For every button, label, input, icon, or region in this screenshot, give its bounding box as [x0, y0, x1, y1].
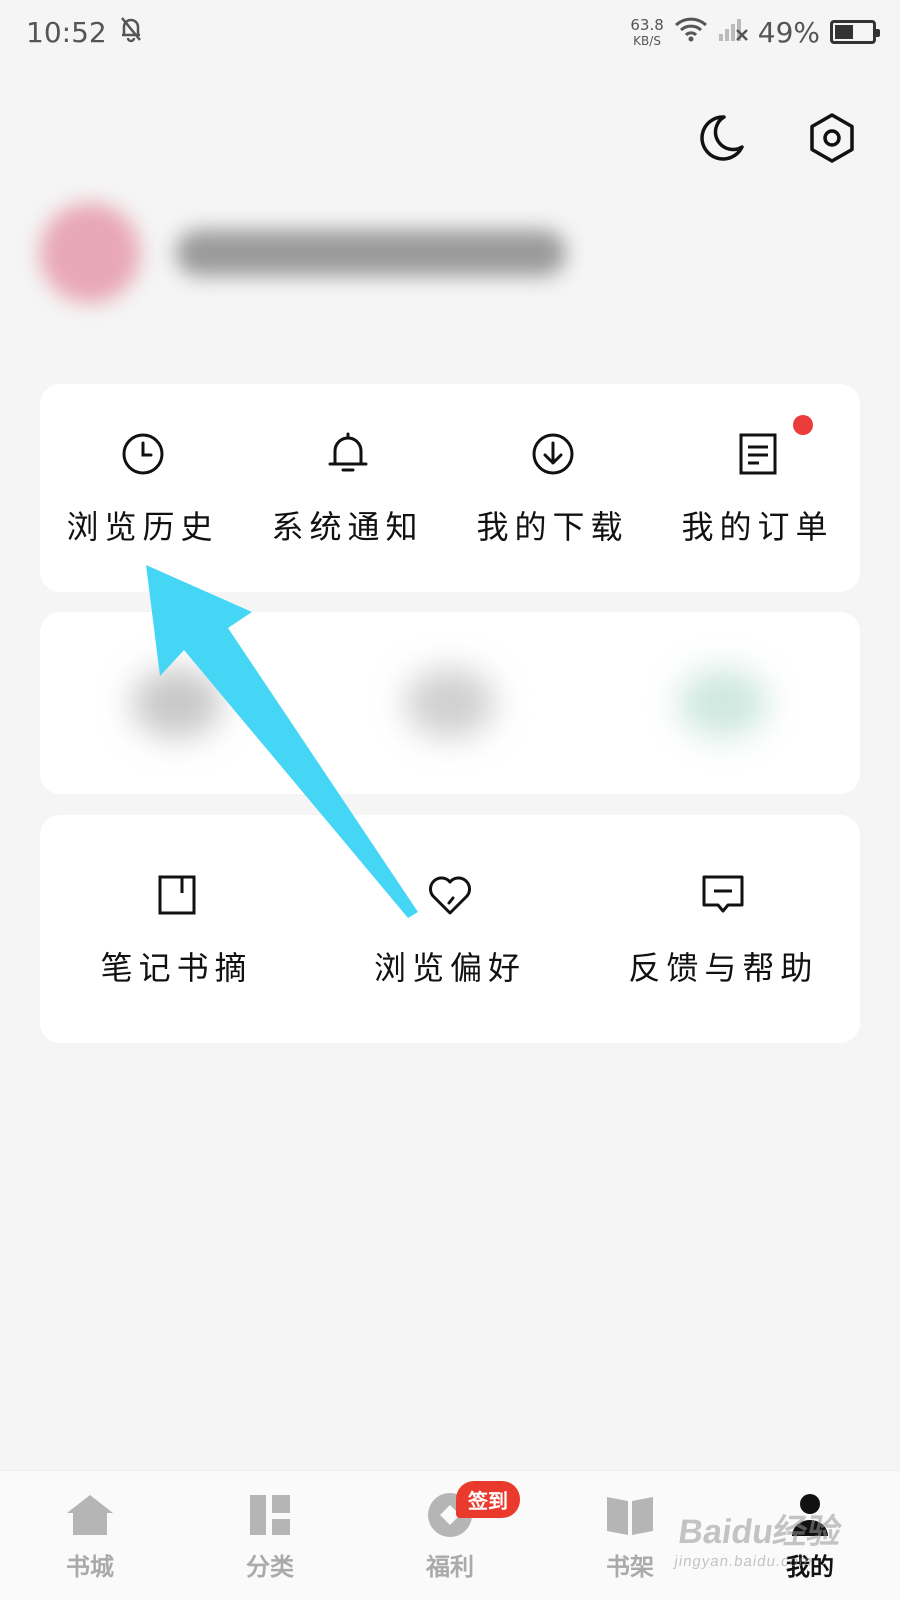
book-icon	[604, 1489, 656, 1541]
menu-label: 系统通知	[271, 508, 424, 546]
tab-category[interactable]: 分类	[180, 1471, 360, 1600]
battery-percent: 49%	[757, 15, 820, 49]
sign-in-badge[interactable]: 签到	[456, 1481, 520, 1518]
menu-label: 笔记书摘	[100, 949, 253, 987]
menu-item-history[interactable]: 浏览历史	[40, 384, 245, 592]
menu-label: 浏览偏好	[373, 949, 526, 987]
bell-icon	[322, 428, 374, 480]
user-profile[interactable]	[40, 178, 700, 328]
menu-label: 我的下载	[476, 508, 629, 546]
heart-icon	[424, 869, 476, 921]
notification-dot	[793, 415, 813, 435]
clock-icon	[117, 428, 169, 480]
status-bar: 10:52 63.8 KB/S 49%	[0, 0, 900, 64]
top-actions	[696, 112, 858, 164]
watermark-brand: Baidu经验	[675, 1513, 844, 1551]
blurred-item	[404, 668, 495, 738]
menu-item-downloads[interactable]: 我的下载	[450, 384, 655, 592]
tab-label: 福利	[426, 1553, 474, 1581]
menu-item-preferences[interactable]: 浏览偏好	[313, 815, 586, 1043]
status-left: 10:52	[26, 15, 143, 50]
baidu-watermark: Baidu经验 jingyan.baidu.com	[673, 1504, 845, 1570]
mute-bell-icon	[119, 15, 143, 50]
quick-menu-card: 浏览历史 系统通知 我的下载 我的订单	[40, 384, 860, 592]
user-name	[176, 230, 566, 276]
grid-icon	[244, 1489, 296, 1541]
wifi-icon	[674, 16, 708, 49]
menu-item-orders[interactable]: 我的订单	[655, 384, 860, 592]
blurred-item	[131, 668, 222, 738]
tab-benefits[interactable]: 签到 福利	[360, 1471, 540, 1600]
menu-item-feedback[interactable]: 反馈与帮助	[587, 815, 860, 1043]
status-time: 10:52	[26, 15, 107, 49]
status-right: 63.8 KB/S 49%	[630, 15, 880, 49]
signal-icon	[718, 16, 748, 49]
menu-label: 反馈与帮助	[628, 949, 819, 987]
order-icon	[732, 428, 784, 480]
watermark-url: jingyan.baidu.com	[672, 1553, 814, 1570]
bookmark-icon	[151, 869, 203, 921]
tab-bar: 书城 分类 签到 福利 书架 我的 Baidu经验 jingyan.baidu.…	[0, 1470, 900, 1600]
menu-item-notifications[interactable]: 系统通知	[245, 384, 450, 592]
tab-label: 分类	[246, 1553, 294, 1581]
net-speed: 63.8 KB/S	[630, 15, 664, 48]
avatar[interactable]	[40, 203, 140, 303]
tools-menu-card: 笔记书摘 浏览偏好 反馈与帮助	[40, 815, 860, 1043]
tab-label: 书城	[66, 1553, 114, 1581]
tab-label: 书架	[606, 1553, 654, 1581]
battery-fill	[835, 25, 853, 39]
download-icon	[527, 428, 579, 480]
menu-label: 浏览历史	[66, 508, 219, 546]
blurred-card	[40, 612, 860, 794]
menu-label: 我的订单	[681, 508, 834, 546]
tab-bookstore[interactable]: 书城	[0, 1471, 180, 1600]
battery-icon	[830, 20, 880, 44]
settings-icon[interactable]	[806, 112, 858, 164]
home-icon	[64, 1489, 116, 1541]
net-speed-unit: KB/S	[633, 33, 661, 48]
moon-icon[interactable]	[696, 112, 748, 164]
menu-item-notes[interactable]: 笔记书摘	[40, 815, 313, 1043]
message-icon	[697, 869, 749, 921]
blurred-item	[678, 668, 769, 738]
net-speed-value: 63.8	[630, 15, 664, 34]
